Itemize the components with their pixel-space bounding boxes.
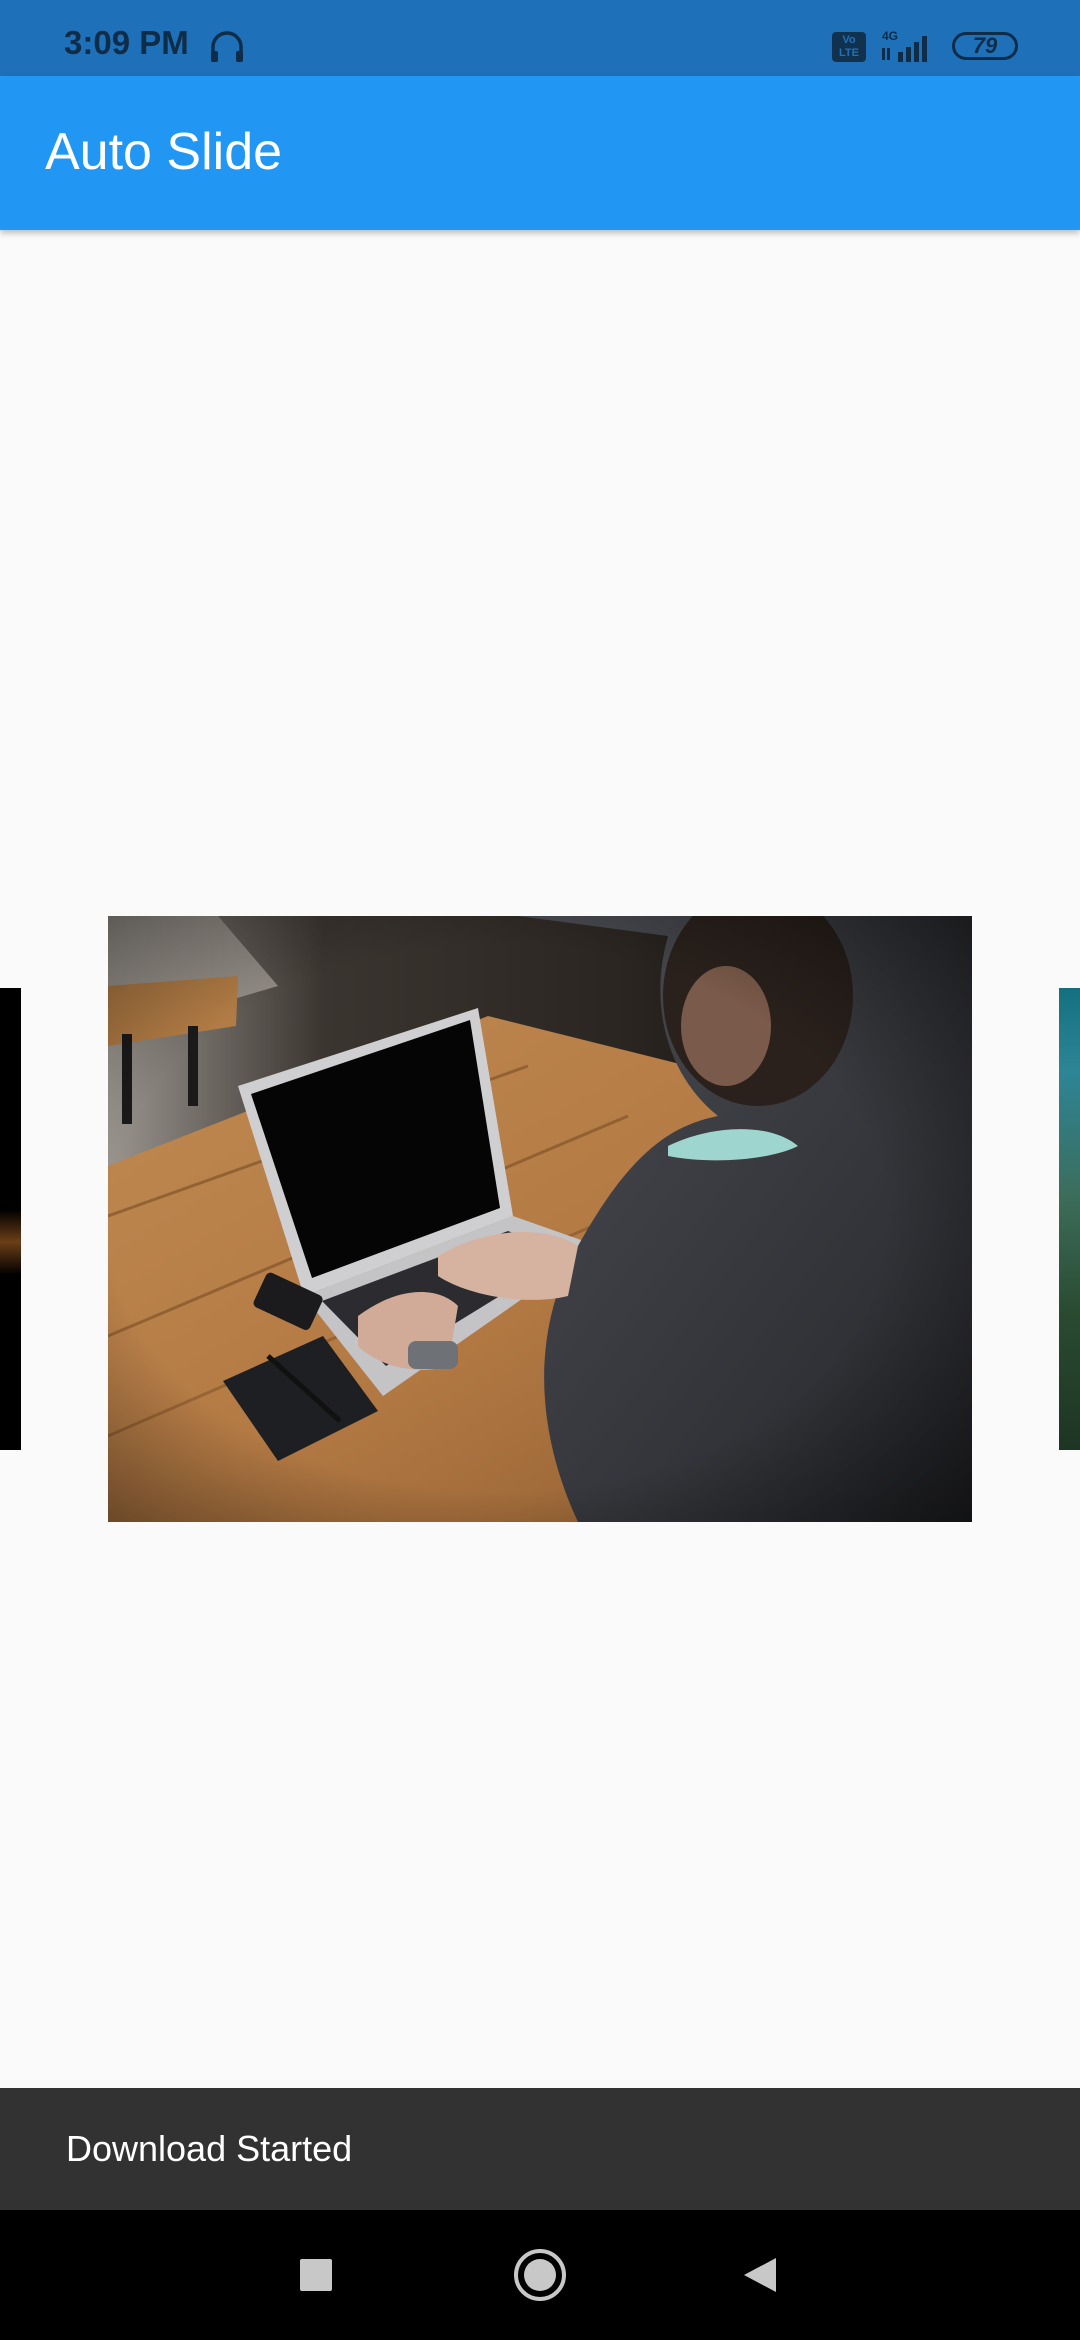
status-bar: 3:09 PM Vo LTE 4G 79 (0, 0, 1080, 76)
home-circle-icon (514, 2249, 566, 2301)
snackbar: Download Started (0, 2088, 1080, 2210)
headset-icon (211, 31, 243, 62)
battery-icon: 79 (952, 32, 1018, 60)
signal-4g-icon: 4G (882, 29, 927, 62)
svg-text:4G: 4G (882, 29, 898, 43)
recents-button[interactable] (256, 2210, 376, 2340)
laptop-photo (108, 916, 972, 1522)
system-nav-bar (0, 2210, 1080, 2340)
recents-square-icon (300, 2259, 332, 2291)
page-title: Auto Slide (45, 123, 283, 181)
app-bar: Auto Slide (0, 76, 1080, 230)
back-triangle-icon (744, 2258, 776, 2292)
previous-slide-image[interactable] (0, 988, 21, 1450)
volte-icon: Vo LTE (832, 32, 866, 62)
back-button[interactable] (700, 2210, 820, 2340)
next-slide-image[interactable] (1059, 988, 1080, 1450)
image-carousel[interactable] (0, 910, 1080, 1530)
status-time: 3:09 PM (64, 24, 189, 61)
laptop-desk-image[interactable] (108, 916, 972, 1522)
home-button[interactable] (480, 2210, 600, 2340)
snackbar-message: Download Started (66, 2128, 353, 2169)
